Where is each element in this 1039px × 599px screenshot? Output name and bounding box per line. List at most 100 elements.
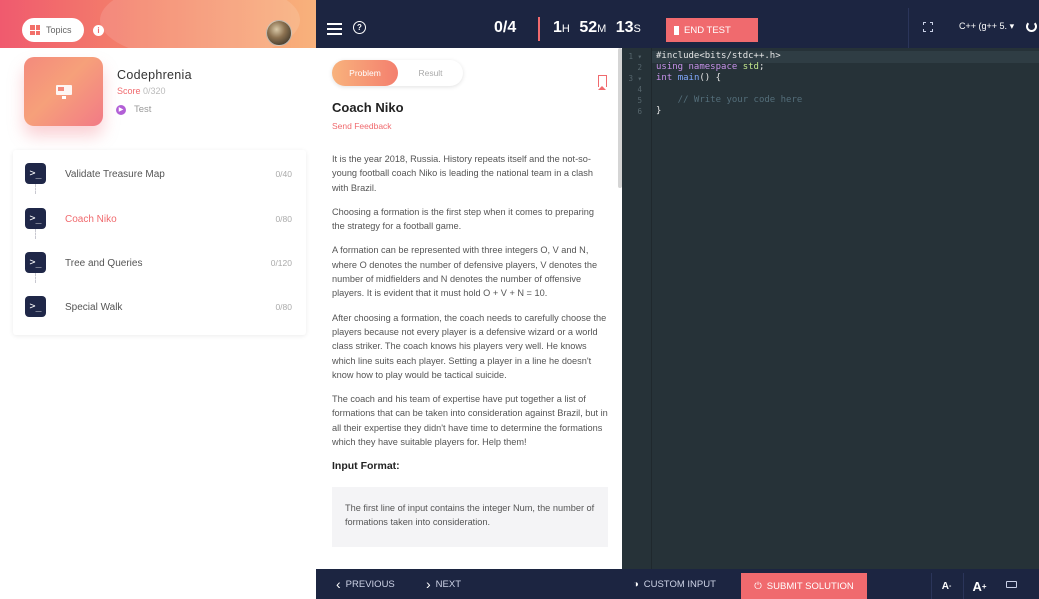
input-format-heading: Input Format: (332, 460, 400, 473)
editor-gutter: 1 ▾ 2 3 ▾ 4 5 6 (622, 48, 652, 569)
problem-panel: Problem Result Coach Niko Send Feedback … (316, 48, 622, 569)
flag-icon (674, 25, 679, 35)
code-token: } (656, 106, 662, 116)
statement-paragraph: After choosing a formation, the coach ne… (332, 312, 607, 380)
terminal-icon: >_ (25, 208, 46, 229)
app-root: Topics i Codephrenia Score 0/320 ▶ Test (0, 0, 1039, 599)
code-token: ; (758, 62, 765, 72)
end-test-button[interactable]: END TEST (666, 18, 758, 42)
sidebar-header: Topics i (0, 0, 316, 48)
previous-button[interactable]: ‹ PREVIOUS (336, 569, 395, 599)
code-token: #include<bits/stdc++.h> (656, 51, 781, 61)
font-decrease-sign: - (948, 582, 952, 590)
code-token: std (742, 62, 759, 72)
line-number: 2 (637, 63, 642, 72)
timer-minutes: 52 (579, 19, 598, 36)
custom-input-icon: ◑ (633, 578, 639, 590)
question-name: Tree and Queries (65, 258, 143, 269)
editor-toolbar: C++ (g++ 5. ▾ (908, 8, 1039, 48)
next-button[interactable]: › NEXT (426, 569, 461, 599)
grid-icon (30, 25, 40, 35)
language-select[interactable]: C++ (g++ 5. ▾ (959, 21, 1014, 32)
question-progress: 0/4 (494, 19, 517, 36)
line-number: 5 (637, 96, 642, 105)
send-feedback-link[interactable]: Send Feedback (332, 121, 392, 131)
font-decrease-button[interactable]: A- (931, 573, 961, 599)
test-info-card: Codephrenia Score 0/320 ▶ Test (12, 48, 306, 142)
question-score: 0/80 (275, 302, 292, 312)
code-token: int (656, 73, 678, 83)
terminal-icon: >_ (25, 296, 46, 317)
problem-tabs: Problem Result (332, 60, 463, 86)
code-line: } (656, 106, 661, 116)
font-increase-button[interactable]: A + (963, 573, 995, 599)
code-token: () { (699, 73, 722, 83)
top-bar: ? 0/4 1H 52M 13S END TEST C++ (g++ 5. ▾ (316, 0, 1039, 48)
timer-hours: 1 (553, 19, 562, 36)
user-avatar[interactable] (266, 20, 292, 46)
custom-input-label: CUSTOM INPUT (643, 578, 716, 590)
statement-paragraph: A formation can be represented with thre… (332, 245, 598, 299)
keyboard-icon[interactable] (1006, 581, 1017, 588)
topics-label: Topics (46, 25, 72, 35)
code-token: // Write your code here (656, 95, 803, 105)
fullscreen-icon[interactable] (923, 22, 933, 32)
timer-hours-unit: H (561, 23, 570, 35)
code-line: int main() { (656, 73, 721, 83)
question-name: Validate Treasure Map (65, 169, 165, 180)
end-test-label: END TEST (684, 24, 731, 36)
code-line: // Write your code here (656, 95, 803, 105)
terminal-icon: >_ (25, 252, 46, 273)
info-icon[interactable]: i (93, 25, 104, 36)
question-score: 0/80 (275, 214, 292, 224)
question-score: 0/40 (275, 169, 292, 179)
question-name: Coach Niko (65, 214, 117, 225)
code-token: main (677, 73, 700, 83)
left-sidebar: Topics i Codephrenia Score 0/320 ▶ Test (0, 0, 316, 599)
timer-minutes-unit: M (597, 23, 607, 35)
question-item-special-walk[interactable]: >_ Special Walk 0/80 (13, 283, 306, 327)
bookmark-icon[interactable] (598, 75, 607, 90)
previous-label: PREVIOUS (345, 578, 395, 590)
code-line: using namespace std; (656, 62, 764, 72)
countdown-timer: 1H 52M 13S (553, 19, 646, 37)
chevron-down-icon: ▾ (1009, 21, 1015, 31)
menu-icon[interactable] (327, 23, 342, 35)
font-increase-sign: + (981, 581, 987, 591)
question-name: Special Walk (65, 302, 123, 313)
score-value: 0/320 (143, 86, 166, 96)
input-format-box: The first line of input contains the int… (332, 486, 608, 547)
test-title: Codephrenia (117, 68, 192, 82)
input-format-text: The first line of input contains the int… (345, 502, 595, 527)
language-value: C++ (g++ 5. (959, 21, 1008, 31)
test-type-icon: ▶ (116, 104, 126, 115)
custom-input-button[interactable]: ◑ CUSTOM INPUT (633, 569, 716, 599)
code-editor[interactable]: 1 ▾ 2 3 ▾ 4 5 6 #include<bits/stdc++.h> usi… (622, 48, 1039, 569)
line-number: 6 (637, 107, 642, 116)
score-label: Score (117, 86, 141, 96)
question-list: >_ Validate Treasure Map 0/40 >_ Coach N… (13, 150, 306, 335)
next-label: NEXT (435, 578, 462, 590)
timer-seconds-unit: S (633, 23, 641, 35)
line-number: 1 ▾ (628, 52, 642, 61)
test-thumbnail (24, 57, 103, 126)
line-number: 3 ▾ (628, 74, 642, 83)
test-type: ▶ Test (116, 104, 151, 115)
tab-result[interactable]: Result (398, 60, 463, 86)
statement-paragraph: It is the year 2018, Russia. History rep… (332, 154, 593, 193)
question-item-tree-and-queries[interactable]: >_ Tree and Queries 0/120 (13, 239, 306, 283)
tab-problem[interactable]: Problem (332, 60, 398, 86)
question-item-coach-niko[interactable]: >_ Coach Niko 0/80 (13, 195, 306, 239)
problem-title: Coach Niko (332, 100, 404, 115)
question-score: 0/120 (270, 258, 292, 268)
font-increase-label: A (972, 578, 982, 594)
chevron-left-icon: ‹ (336, 576, 341, 592)
question-item-validate-treasure-map[interactable]: >_ Validate Treasure Map 0/40 (13, 150, 306, 194)
monitor-icon (55, 84, 72, 99)
submit-solution-button[interactable]: ⏻ SUBMIT SOLUTION (741, 573, 867, 599)
refresh-icon[interactable] (1026, 21, 1037, 32)
topics-button[interactable]: Topics (22, 18, 84, 42)
code-line: #include<bits/stdc++.h> (656, 51, 781, 61)
help-icon[interactable]: ? (353, 21, 366, 34)
power-icon: ⏻ (754, 580, 762, 592)
